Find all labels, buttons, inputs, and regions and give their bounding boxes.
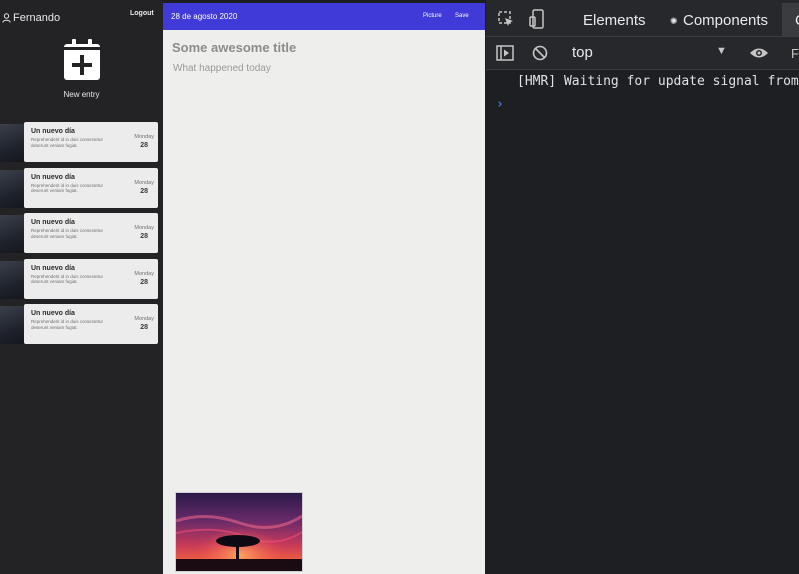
entry-card[interactable]: Un nuevo día Reprehenderit id in duis co…: [24, 304, 158, 344]
console-output: [HMR] Waiting for update signal from ›: [486, 70, 799, 574]
tab-console-label: C: [795, 12, 799, 29]
entry-text: Reprehenderit id in duis consectetur des…: [31, 137, 104, 148]
journal-sidebar: Fernando Logout New entry Un nuevo día R…: [0, 0, 163, 574]
entry-card[interactable]: Un nuevo día Reprehenderit id in duis co…: [24, 258, 158, 299]
entry-thumbnail: [0, 260, 24, 299]
entry-date: 28: [140, 142, 148, 149]
clear-console-icon[interactable]: [532, 45, 548, 61]
save-button[interactable]: Save: [455, 13, 469, 19]
entry-thumbnail: [0, 124, 24, 162]
logout-button[interactable]: Logout: [130, 10, 154, 17]
entry-date: 28: [140, 278, 148, 286]
new-entry-label: New entry: [63, 90, 100, 99]
dropdown-caret-icon[interactable]: ▼: [716, 45, 727, 57]
devtools-tabbar: Elements ✺ Components C: [486, 0, 799, 37]
entry-text: Reprehenderit id in duis consectetur des…: [31, 273, 104, 285]
device-toolbar-icon[interactable]: [529, 9, 544, 29]
eye-icon[interactable]: [749, 46, 769, 60]
user-icon: [2, 13, 11, 23]
entry-thumbnail: [0, 215, 24, 253]
new-entry-button[interactable]: New entry: [0, 38, 163, 99]
entry-text: Reprehenderit id in duis consectetur des…: [31, 182, 104, 194]
editor-toolbar: 28 de agosto 2020 Picture Save: [163, 3, 485, 30]
entry-day: Monday: [134, 225, 154, 231]
entry-body-textarea[interactable]: What happened today: [173, 63, 271, 74]
entry-title: Un nuevo día: [31, 264, 75, 272]
entry-date: 28: [140, 233, 148, 240]
tab-components[interactable]: Components: [683, 12, 768, 29]
entry-title: Un nuevo día: [31, 173, 75, 181]
entry-image[interactable]: [175, 492, 303, 572]
entry-text: Reprehenderit id in duis consectetur des…: [31, 319, 104, 330]
sidebar-header: Fernando Logout: [0, 0, 163, 30]
entry-day: Monday: [134, 316, 154, 322]
console-prompt[interactable]: ›: [496, 97, 504, 112]
entry-item[interactable]: Un nuevo día Reprehenderit id in duis co…: [0, 258, 163, 299]
entry-card[interactable]: Un nuevo día Reprehenderit id in duis co…: [24, 167, 158, 208]
entry-date: 28: [140, 324, 148, 331]
entry-item[interactable]: Un nuevo día Reprehenderit id in duis co…: [0, 213, 163, 253]
entry-item[interactable]: Un nuevo día Reprehenderit id in duis co…: [0, 304, 163, 344]
tab-console[interactable]: C: [782, 3, 799, 37]
console-log-line: [HMR] Waiting for update signal from: [517, 74, 799, 89]
entry-day: Monday: [134, 134, 154, 140]
entry-title: Un nuevo día: [31, 219, 75, 226]
entry-thumbnail: [0, 169, 24, 208]
user-info: Fernando: [2, 12, 60, 24]
entry-card[interactable]: Un nuevo día Reprehenderit id in duis co…: [24, 213, 158, 253]
entry-editor: 28 de agosto 2020 Picture Save Some awes…: [163, 3, 504, 574]
devtools-panel: Elements ✺ Components C top ▼ F [HMR] Wa…: [486, 0, 799, 574]
entry-day: Monday: [134, 179, 154, 186]
entry-item[interactable]: Un nuevo día Reprehenderit id in duis co…: [0, 122, 163, 162]
sidebar-toggle-icon[interactable]: [496, 45, 514, 61]
entry-thumbnail: [0, 306, 24, 344]
entry-card[interactable]: Un nuevo día Reprehenderit id in duis co…: [24, 122, 158, 162]
entry-item[interactable]: Un nuevo día Reprehenderit id in duis co…: [0, 167, 163, 208]
entry-title: Un nuevo día: [31, 128, 75, 135]
filter-input-edge[interactable]: F: [791, 46, 799, 61]
console-toolbar: top ▼ F: [486, 37, 799, 70]
inspect-element-icon[interactable]: [498, 11, 515, 28]
entry-list: Un nuevo día Reprehenderit id in duis co…: [0, 122, 163, 350]
user-name: Fernando: [13, 12, 61, 24]
calendar-plus-icon: [63, 39, 100, 80]
entry-title: Un nuevo día: [31, 310, 75, 317]
entry-date-heading: 28 de agosto 2020: [171, 12, 238, 21]
context-select[interactable]: top: [572, 44, 593, 61]
entry-date: 28: [140, 187, 148, 195]
entry-text: Reprehenderit id in duis consectetur des…: [31, 228, 104, 239]
sunset-tree-image: [176, 493, 302, 571]
react-atom-icon: ✺: [670, 16, 678, 26]
picture-button[interactable]: Picture: [423, 13, 442, 19]
entry-title-input[interactable]: Some awesome title: [172, 40, 296, 55]
entry-day: Monday: [134, 270, 154, 277]
tab-elements[interactable]: Elements: [583, 12, 646, 29]
